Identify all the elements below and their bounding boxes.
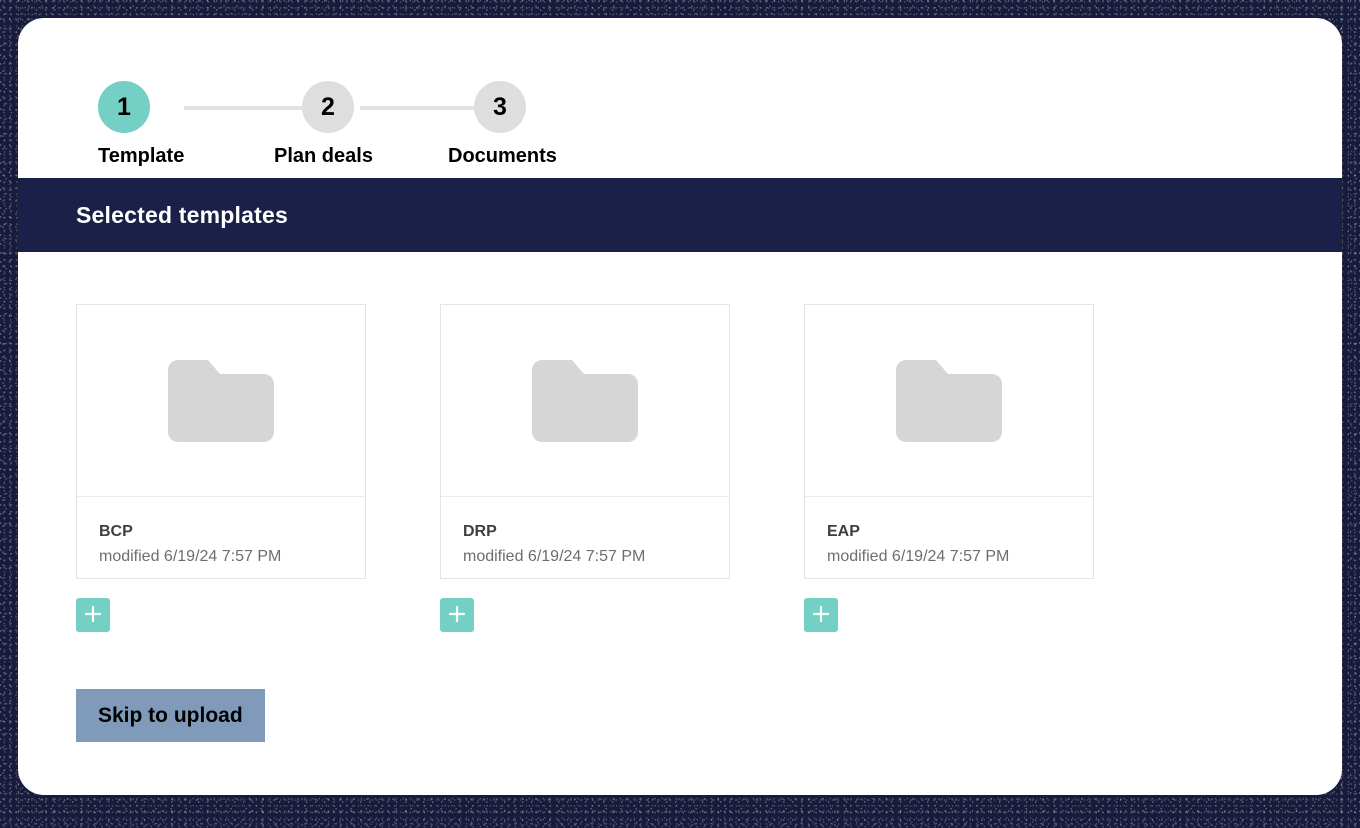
template-meta: DRP modified 6/19/24 7:57 PM (441, 497, 729, 566)
template-thumbnail (77, 305, 365, 497)
template-name: BCP (99, 523, 133, 540)
stepper-step-1[interactable]: 1 (98, 81, 150, 133)
template-thumbnail (441, 305, 729, 497)
template-thumbnail (805, 305, 1093, 497)
stepper-label-template: Template (98, 145, 185, 167)
stepper-step-2-number: 2 (321, 92, 335, 121)
section-header: Selected templates (18, 178, 1342, 252)
skip-to-upload-button[interactable]: Skip to upload (76, 689, 265, 742)
stepper-step-2[interactable]: 2 (302, 81, 354, 133)
plus-icon (447, 604, 467, 627)
template-column-2: EAP modified 6/19/24 7:57 PM (804, 304, 1094, 632)
template-card[interactable]: EAP modified 6/19/24 7:57 PM (804, 304, 1094, 579)
plus-icon (83, 604, 103, 627)
template-meta: EAP modified 6/19/24 7:57 PM (805, 497, 1093, 566)
template-modified: modified 6/19/24 7:57 PM (463, 548, 646, 565)
stepper-step-1-number: 1 (117, 92, 131, 121)
folder-icon (168, 359, 274, 442)
add-template-button[interactable] (804, 598, 838, 632)
stepper-step-3-number: 3 (493, 92, 507, 121)
template-card[interactable]: DRP modified 6/19/24 7:57 PM (440, 304, 730, 579)
stepper-label-documents: Documents (448, 145, 557, 167)
template-name: EAP (827, 523, 860, 540)
template-modified: modified 6/19/24 7:57 PM (827, 548, 1010, 565)
add-template-button[interactable] (440, 598, 474, 632)
folder-icon (896, 359, 1002, 442)
stepper-step-3[interactable]: 3 (474, 81, 526, 133)
template-modified: modified 6/19/24 7:57 PM (99, 548, 282, 565)
folder-icon (532, 359, 638, 442)
template-name: DRP (463, 523, 497, 540)
section-title: Selected templates (76, 201, 288, 228)
template-meta: BCP modified 6/19/24 7:57 PM (77, 497, 365, 566)
template-column-0: BCP modified 6/19/24 7:57 PM (76, 304, 366, 632)
progress-stepper: 1 2 3 Template Plan deals Documents (76, 50, 636, 180)
wizard-sheet: 1 2 3 Template Plan deals Documents Sele… (18, 18, 1342, 795)
template-column-1: DRP modified 6/19/24 7:57 PM (440, 304, 730, 632)
plus-icon (811, 604, 831, 627)
add-template-button[interactable] (76, 598, 110, 632)
stepper-label-plan-deals: Plan deals (274, 145, 373, 167)
template-card[interactable]: BCP modified 6/19/24 7:57 PM (76, 304, 366, 579)
